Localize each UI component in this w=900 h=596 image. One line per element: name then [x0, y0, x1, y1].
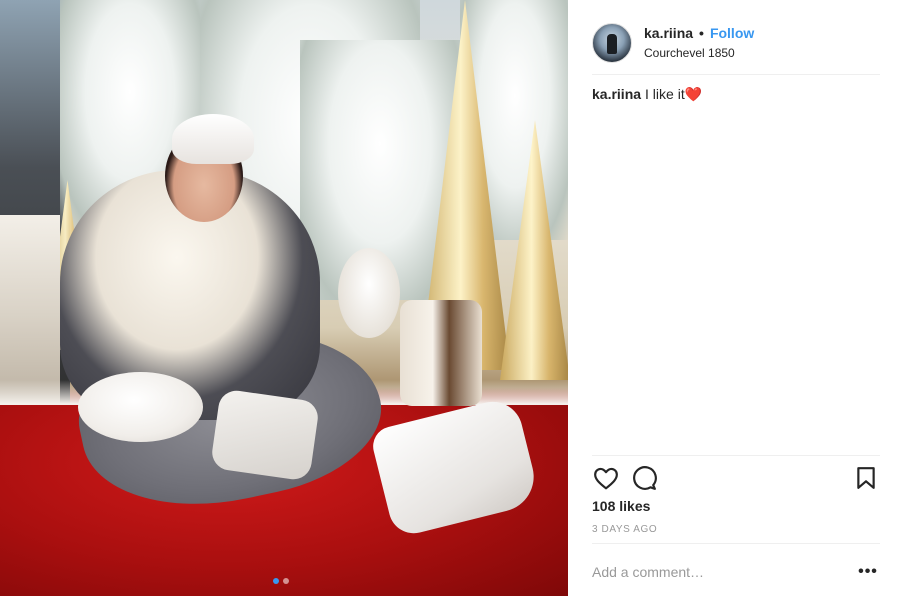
- caption-text: I like it: [645, 86, 685, 102]
- action-bar: [592, 462, 880, 494]
- avatar[interactable]: [592, 23, 632, 63]
- snow-boot-left: [209, 388, 321, 482]
- carousel-dot-2[interactable]: [283, 578, 289, 584]
- comment-input[interactable]: [592, 564, 856, 580]
- snowman-figure: [338, 248, 400, 338]
- carousel-dot-1[interactable]: [273, 578, 279, 584]
- comment-area: •••: [592, 556, 880, 588]
- header-divider: [592, 74, 880, 75]
- carousel-indicator: [273, 578, 289, 584]
- caption: ka.riina I like it❤️: [592, 86, 702, 103]
- heart-icon[interactable]: [592, 464, 620, 492]
- comment-bubble-icon[interactable]: [630, 464, 658, 492]
- plush-bunny: [78, 372, 203, 442]
- post-photo[interactable]: [0, 0, 568, 596]
- caption-username[interactable]: ka.riina: [592, 86, 641, 102]
- likes-count[interactable]: 108 likes: [592, 498, 650, 514]
- separator-dot: •: [699, 25, 704, 42]
- follow-button[interactable]: Follow: [710, 25, 754, 43]
- header-text: ka.riina • Follow Courchevel 1850: [644, 25, 754, 61]
- more-options-icon[interactable]: •••: [856, 560, 880, 584]
- post-panel: ka.riina • Follow Courchevel 1850 ka.rii…: [568, 0, 900, 596]
- white-beanie: [172, 114, 254, 164]
- bookmark-icon[interactable]: [852, 464, 880, 492]
- post-header: ka.riina • Follow Courchevel 1850: [592, 14, 880, 72]
- header-row: ka.riina • Follow: [644, 25, 754, 43]
- comment-divider: [592, 543, 880, 544]
- location-link[interactable]: Courchevel 1850: [644, 46, 754, 61]
- birch-log: [400, 300, 482, 406]
- post-timestamp[interactable]: 3 DAYS AGO: [592, 524, 657, 535]
- username-link[interactable]: ka.riina: [644, 25, 693, 43]
- actions-divider: [592, 455, 880, 456]
- heart-emoji: ❤️: [684, 86, 703, 102]
